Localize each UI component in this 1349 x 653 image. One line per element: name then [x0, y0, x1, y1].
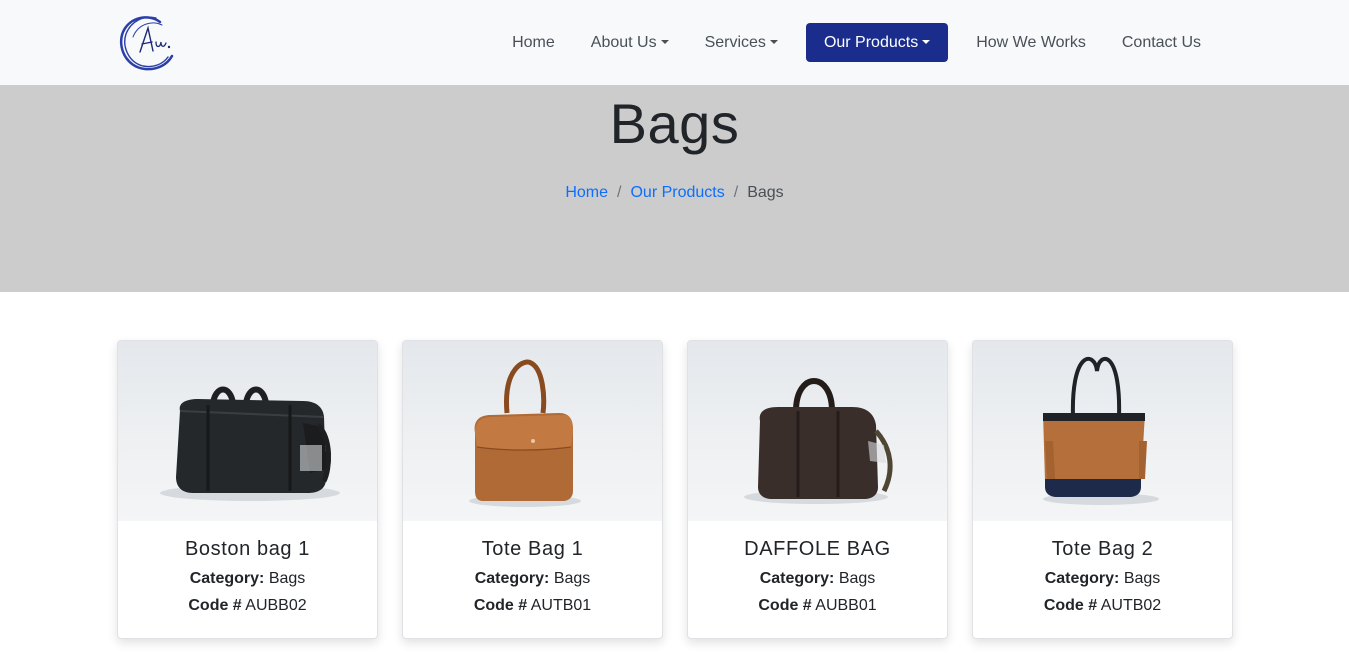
category-label: Category:	[1044, 570, 1120, 587]
main-nav: Home About Us Services Our Products How …	[494, 23, 1219, 62]
two-tone-tote-bag-image	[1043, 356, 1159, 505]
code-label: Code #	[1043, 597, 1098, 614]
product-image[interactable]	[118, 341, 377, 521]
category-value: Bags	[553, 570, 591, 587]
product-name[interactable]: DAFFOLE BAG	[688, 538, 947, 561]
breadcrumb-separator: /	[617, 184, 622, 201]
product-card-body: Boston bag 1 Category: Bags Code # AUBB0…	[118, 521, 377, 638]
product-code: Code # AUTB01	[403, 597, 662, 615]
nav-contact-us-label: Contact Us	[1121, 34, 1201, 51]
navbar: Home About Us Services Our Products How …	[0, 0, 1349, 85]
nav-services-label: Services	[704, 34, 766, 51]
product-name[interactable]: Tote Bag 2	[973, 538, 1232, 561]
product-grid: Boston bag 1 Category: Bags Code # AUBB0…	[117, 340, 1233, 640]
product-category: Category: Bags	[973, 570, 1232, 588]
caret-down-icon	[769, 39, 778, 44]
code-label: Code #	[188, 597, 242, 614]
product-card[interactable]: Tote Bag 1 Category: Bags Code # AUTB01	[402, 340, 663, 639]
product-card-body: DAFFOLE BAG Category: Bags Code # AUBB01	[688, 521, 947, 638]
code-value: AUBB02	[245, 597, 307, 614]
product-category: Category: Bags	[118, 570, 377, 588]
nav-home-label: Home	[512, 34, 555, 51]
product-category: Category: Bags	[688, 570, 947, 588]
product-card-body: Tote Bag 1 Category: Bags Code # AUTB01	[403, 521, 662, 638]
product-code: Code # AUBB02	[118, 597, 377, 615]
nav-contact-us[interactable]: Contact Us	[1104, 23, 1219, 62]
nav-home[interactable]: Home	[494, 23, 573, 62]
breadcrumb-current: Bags	[747, 184, 784, 201]
nav-about-us[interactable]: About Us	[573, 23, 687, 62]
nav-how-we-works-label: How We Works	[976, 34, 1086, 51]
caret-down-icon	[922, 39, 931, 44]
code-label: Code #	[473, 597, 528, 614]
product-code: Code # AUBB01	[688, 597, 947, 615]
brown-tote-bag-image	[469, 359, 581, 507]
breadcrumb-separator: /	[733, 184, 739, 201]
breadcrumb-home-link[interactable]: Home	[565, 184, 608, 201]
code-label: Code #	[758, 597, 812, 614]
product-image[interactable]	[688, 341, 947, 521]
product-image[interactable]	[403, 341, 662, 521]
category-label: Category:	[474, 570, 550, 587]
product-image[interactable]	[973, 341, 1232, 521]
black-duffel-bag-image	[160, 386, 340, 501]
product-name[interactable]: Boston bag 1	[118, 538, 377, 561]
product-card[interactable]: Tote Bag 2 Category: Bags Code # AUTB02	[972, 340, 1233, 639]
logo-icon[interactable]	[116, 12, 178, 74]
code-value: AUTB01	[530, 597, 592, 614]
breadcrumb: Home / Our Products / Bags	[0, 184, 1349, 202]
code-value: AUBB01	[815, 597, 877, 614]
category-value: Bags	[838, 570, 876, 587]
nav-services[interactable]: Services	[687, 23, 796, 62]
page-hero: Bags Home / Our Products / Bags	[0, 85, 1349, 292]
nav-how-we-works[interactable]: How We Works	[958, 23, 1104, 62]
nav-our-products-label: Our Products	[823, 34, 919, 51]
product-card-body: Tote Bag 2 Category: Bags Code # AUTB02	[973, 521, 1232, 638]
nav-about-us-label: About Us	[590, 34, 657, 51]
category-value: Bags	[1123, 570, 1161, 587]
category-value: Bags	[268, 570, 306, 587]
breadcrumb-products-link[interactable]: Our Products	[630, 184, 724, 201]
product-card[interactable]: Boston bag 1 Category: Bags Code # AUBB0…	[117, 340, 378, 639]
product-category: Category: Bags	[403, 570, 662, 588]
product-name[interactable]: Tote Bag 1	[403, 538, 662, 561]
category-label: Category:	[759, 570, 835, 587]
product-code: Code # AUTB02	[973, 597, 1232, 615]
nav-our-products[interactable]: Our Products	[805, 23, 949, 62]
page-title: Bags	[609, 92, 740, 155]
product-card[interactable]: DAFFOLE BAG Category: Bags Code # AUBB01	[687, 340, 948, 639]
dark-duffel-bag-image	[744, 378, 893, 504]
code-value: AUTB02	[1100, 597, 1162, 614]
category-label: Category:	[189, 570, 265, 587]
caret-down-icon	[660, 39, 669, 44]
